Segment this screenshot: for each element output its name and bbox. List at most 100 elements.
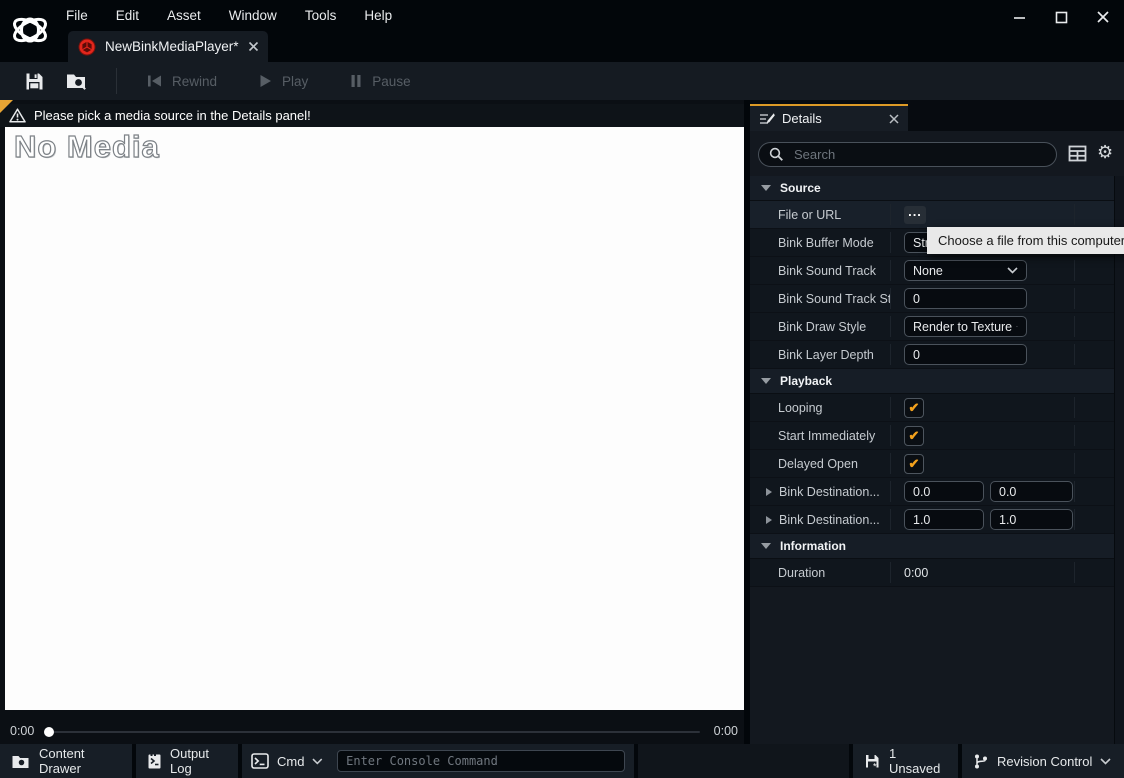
warning-text: Please pick a media source in the Detail… [34, 108, 311, 123]
cmd-icon [251, 753, 269, 769]
menu-asset[interactable]: Asset [167, 8, 201, 23]
bink-layer-depth-input[interactable] [904, 344, 1027, 365]
play-icon [259, 74, 272, 88]
bink-destination-upper-x-input[interactable] [904, 481, 984, 502]
menu-bar: File Edit Asset Window Tools Help [66, 0, 392, 30]
property-matrix-icon[interactable] [1068, 145, 1087, 162]
details-scrollbar-gutter[interactable] [1114, 176, 1124, 744]
bink-destination-lower-x-input[interactable] [904, 509, 984, 530]
menu-file[interactable]: File [66, 8, 88, 23]
details-search-box[interactable] [758, 142, 1057, 167]
details-panel: Details ⚙ Source [750, 100, 1124, 744]
delayed-open-checkbox[interactable]: ✔ [904, 453, 924, 474]
expand-arrow-icon[interactable] [766, 487, 772, 496]
pause-icon [350, 74, 362, 88]
search-input[interactable] [792, 146, 1046, 163]
bink-layer-depth-label: Bink Layer Depth [778, 347, 874, 362]
section-source[interactable]: Source [750, 176, 1115, 201]
details-close-icon[interactable] [889, 113, 899, 124]
menu-tools[interactable]: Tools [305, 8, 337, 23]
details-icon [759, 112, 775, 126]
row-bink-sound-track: Bink Sound Track None [750, 257, 1115, 285]
minimize-icon[interactable] [1012, 10, 1026, 24]
save-button[interactable] [14, 62, 55, 100]
output-log-icon [147, 753, 162, 770]
rewind-label: Rewind [172, 73, 218, 89]
tab-newbinkmediaplayer[interactable]: NewBinkMediaPlayer* [68, 31, 268, 62]
console-command-input[interactable] [337, 750, 625, 772]
looping-checkbox[interactable]: ✔ [904, 397, 924, 418]
menu-window[interactable]: Window [229, 8, 277, 23]
timeline-handle[interactable] [44, 727, 54, 737]
revision-control-button[interactable]: Revision Control [962, 744, 1124, 778]
rewind-icon [147, 74, 162, 88]
maximize-icon[interactable] [1054, 10, 1068, 24]
tab-close-icon[interactable] [248, 41, 259, 52]
timeline-track[interactable] [49, 731, 700, 733]
unsaved-icon: * [864, 753, 881, 770]
duration-label: Duration [778, 565, 826, 580]
unsaved-button[interactable]: * 1 Unsaved [853, 744, 958, 778]
settings-gear-icon[interactable]: ⚙ [1097, 143, 1113, 161]
chevron-down-icon [1016, 325, 1018, 328]
chevron-down-icon [761, 185, 771, 191]
rewind-button[interactable]: Rewind [133, 74, 231, 89]
bink-destination-lower-y-input[interactable] [990, 509, 1073, 530]
bink-sound-track-value: None [913, 263, 943, 278]
close-icon[interactable] [1096, 10, 1110, 24]
content-drawer-button[interactable]: Content Drawer [0, 744, 132, 778]
section-source-label: Source [780, 181, 821, 195]
bink-sound-track-start-input[interactable] [904, 288, 1027, 309]
pause-label: Pause [372, 73, 411, 89]
browse-to-asset-button[interactable] [55, 62, 100, 100]
bink-sound-track-start-label: Bink Sound Track St... [778, 291, 890, 306]
chevron-down-icon [312, 758, 323, 765]
bink-destination-upper-y-input[interactable] [990, 481, 1073, 502]
expand-arrow-icon[interactable] [766, 515, 772, 524]
section-information[interactable]: Information [750, 534, 1115, 559]
chevron-down-icon [1100, 757, 1111, 765]
duration-value: 0:00 [904, 565, 929, 580]
row-bink-destination-lower: Bink Destination... [750, 506, 1115, 534]
revision-control-icon [973, 753, 989, 770]
looping-label: Looping [778, 400, 823, 415]
output-log-button[interactable]: Output Log [136, 744, 238, 778]
bink-draw-style-dropdown[interactable]: Render to Texture [904, 316, 1027, 337]
output-log-label: Output Log [170, 746, 210, 776]
pause-button[interactable]: Pause [336, 74, 424, 89]
row-looping: Looping ✔ [750, 394, 1115, 422]
start-immediately-checkbox[interactable]: ✔ [904, 425, 924, 446]
play-button[interactable]: Play [245, 74, 322, 89]
section-playback-label: Playback [780, 374, 833, 388]
current-time: 0:00 [10, 724, 35, 738]
console-command-segment: Cmd [242, 744, 634, 778]
row-bink-sound-track-start: Bink Sound Track St... [750, 285, 1115, 313]
row-bink-destination-upper: Bink Destination... [750, 478, 1115, 506]
section-playback[interactable]: Playback [750, 369, 1115, 394]
modified-corner-marker [0, 100, 13, 113]
file-picker-tooltip: Choose a file from this computer [927, 227, 1124, 254]
media-viewport-panel: Please pick a media source in the Detail… [0, 100, 744, 744]
row-bink-draw-style: Bink Draw Style Render to Texture [750, 313, 1115, 341]
status-bar-spacer [638, 744, 849, 778]
file-or-url-label: File or URL [778, 207, 842, 222]
media-warning-bar: Please pick a media source in the Detail… [0, 104, 744, 127]
rad-logo-icon [8, 8, 52, 52]
tab-details[interactable]: Details [750, 104, 908, 131]
menu-edit[interactable]: Edit [116, 8, 139, 23]
svg-text:*: * [873, 761, 877, 769]
toolbar-separator [116, 68, 117, 94]
cmd-label[interactable]: Cmd [277, 754, 304, 769]
media-display-area: No Media [5, 127, 744, 710]
total-time: 0:00 [713, 724, 738, 738]
content-drawer-label: Content Drawer [39, 746, 85, 776]
window-controls [1012, 10, 1110, 24]
delayed-open-label: Delayed Open [778, 456, 858, 471]
browse-file-button[interactable]: ... [904, 205, 926, 224]
bink-asset-icon [78, 38, 96, 56]
chevron-down-icon [1007, 267, 1018, 274]
bink-sound-track-dropdown[interactable]: None [904, 260, 1027, 281]
content-drawer-icon [11, 753, 31, 770]
folder-search-icon [65, 70, 90, 92]
menu-help[interactable]: Help [364, 8, 392, 23]
